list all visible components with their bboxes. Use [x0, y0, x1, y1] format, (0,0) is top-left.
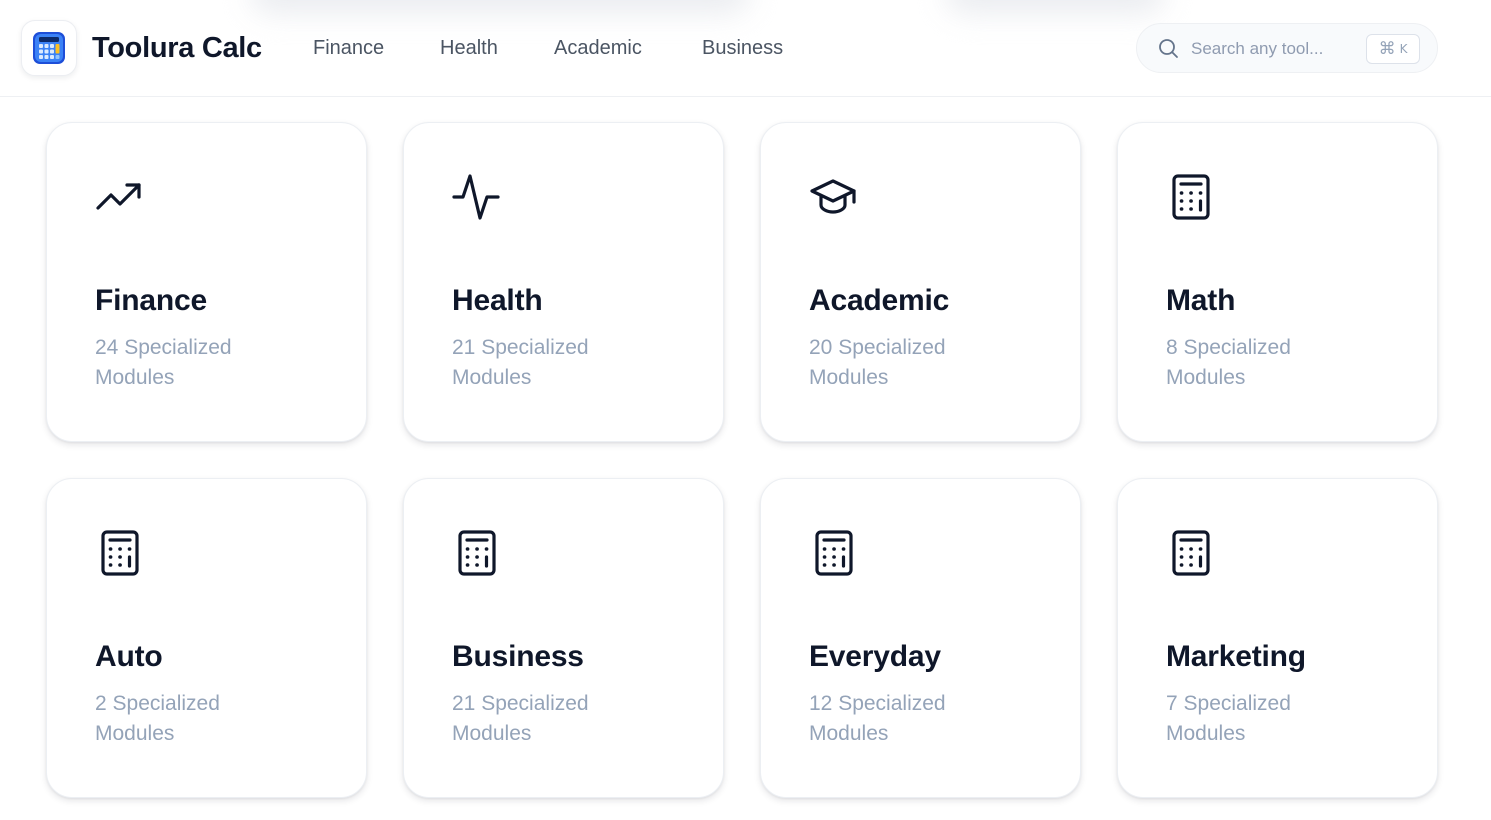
card-title: Everyday	[809, 640, 941, 673]
card-module-count: 8 Specialized Modules	[1166, 336, 1291, 389]
keyboard-shortcut-badge: ⌘ K	[1366, 34, 1420, 64]
search-icon	[1157, 37, 1179, 59]
card-title: Math	[1166, 284, 1236, 317]
category-card-math[interactable]: Math 8 Specialized Modules	[1117, 122, 1438, 442]
category-card-auto[interactable]: Auto 2 Specialized Modules	[46, 478, 367, 798]
calculator-icon	[809, 529, 857, 577]
card-title: Business	[452, 640, 584, 673]
search-bar[interactable]: ⌘ K	[1136, 23, 1438, 73]
header-backdrop-blur	[250, 0, 750, 14]
calculator-icon	[1166, 173, 1214, 221]
activity-icon	[452, 173, 500, 221]
brand-logo[interactable]	[21, 20, 77, 76]
category-card-everyday[interactable]: Everyday 12 Specialized Modules	[760, 478, 1081, 798]
category-card-business[interactable]: Business 21 Specialized Modules	[403, 478, 724, 798]
header-backdrop-blur	[945, 0, 1165, 14]
card-module-count: 20 Specialized Modules	[809, 336, 946, 389]
card-module-count: 2 Specialized Modules	[95, 692, 220, 745]
card-title: Finance	[95, 284, 207, 317]
card-title: Marketing	[1166, 640, 1306, 673]
calculator-icon	[452, 529, 500, 577]
search-input[interactable]	[1191, 36, 1351, 62]
calculator-logo-icon	[33, 32, 65, 64]
card-module-count: 12 Specialized Modules	[809, 692, 946, 745]
card-title: Academic	[809, 284, 950, 317]
nav-link-academic[interactable]: Academic	[554, 35, 642, 61]
card-module-count: 21 Specialized Modules	[452, 336, 589, 389]
category-card-finance[interactable]: Finance 24 Specialized Modules	[46, 122, 367, 442]
card-module-count: 7 Specialized Modules	[1166, 692, 1291, 745]
card-module-count: 24 Specialized Modules	[95, 336, 232, 389]
calculator-icon	[95, 529, 143, 577]
card-module-count: 21 Specialized Modules	[452, 692, 589, 745]
top-header: Toolura Calc Finance Health Academic Bus…	[0, 0, 1491, 97]
category-card-marketing[interactable]: Marketing 7 Specialized Modules	[1117, 478, 1438, 798]
nav-link-finance[interactable]: Finance	[313, 35, 384, 61]
graduation-cap-icon	[809, 173, 857, 221]
category-card-health[interactable]: Health 21 Specialized Modules	[403, 122, 724, 442]
calculator-icon	[1166, 529, 1214, 577]
trending-up-icon	[95, 173, 143, 221]
card-title: Health	[452, 284, 543, 317]
brand-name[interactable]: Toolura Calc	[92, 29, 262, 67]
nav-link-business[interactable]: Business	[702, 35, 783, 61]
category-card-academic[interactable]: Academic 20 Specialized Modules	[760, 122, 1081, 442]
nav-link-health[interactable]: Health	[440, 35, 498, 61]
shortcut-key: K	[1399, 42, 1408, 56]
command-key-icon: ⌘	[1378, 38, 1396, 59]
card-title: Auto	[95, 640, 163, 673]
